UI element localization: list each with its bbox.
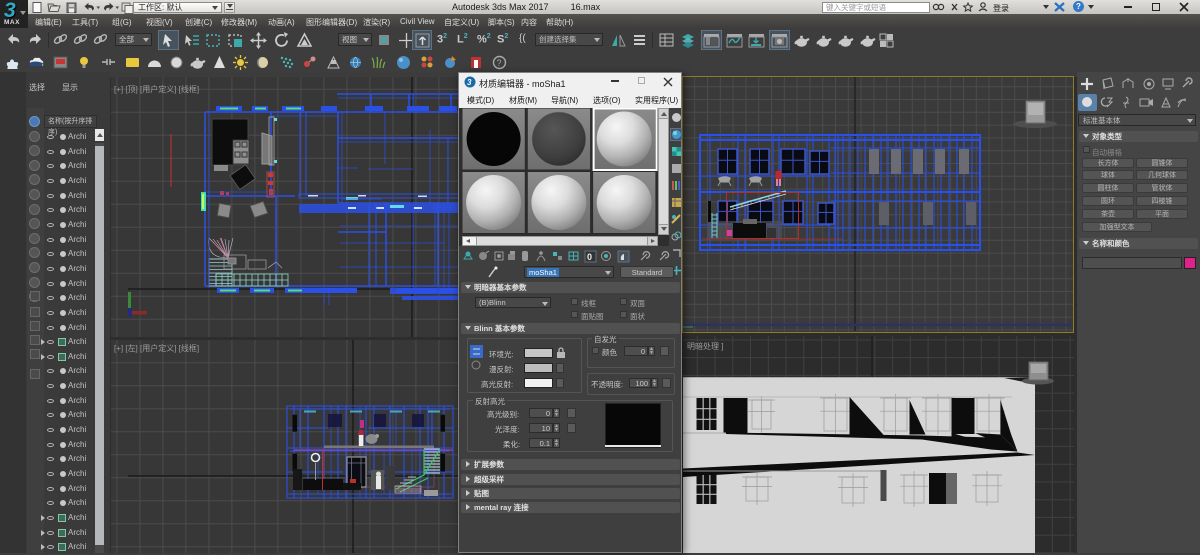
svg-text:0: 0 [587,252,592,262]
svg-text:3: 3 [467,78,472,87]
svg-text:?: ? [497,58,502,68]
